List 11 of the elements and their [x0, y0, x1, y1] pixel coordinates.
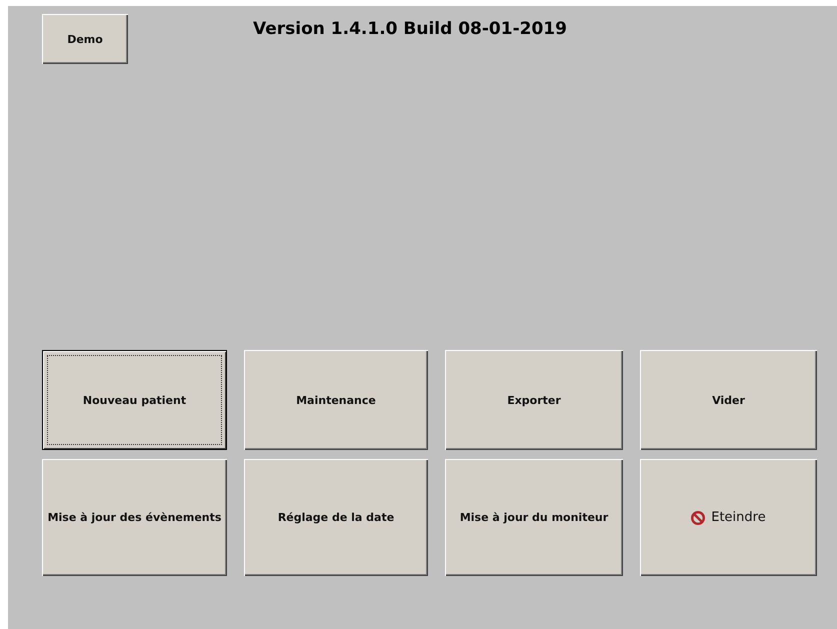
demo-button[interactable]: Demo — [42, 14, 128, 64]
version-label: Version 1.4.1.0 Build 08-01-2019 — [253, 19, 567, 39]
menu-button[interactable]: Réglage de la date — [244, 459, 428, 576]
no-entry-icon — [691, 510, 706, 524]
power-off-button[interactable]: Eteindre — [640, 459, 817, 576]
menu-button[interactable]: Mise à jour des évènements — [42, 459, 227, 576]
menu-button[interactable]: Nouveau patient — [42, 350, 227, 450]
menu-button[interactable]: Mise à jour du moniteur — [445, 459, 623, 576]
menu-button[interactable]: Maintenance — [244, 350, 428, 450]
menu-button[interactable]: Vider — [640, 350, 817, 450]
menu-button[interactable]: Exporter — [445, 350, 623, 450]
